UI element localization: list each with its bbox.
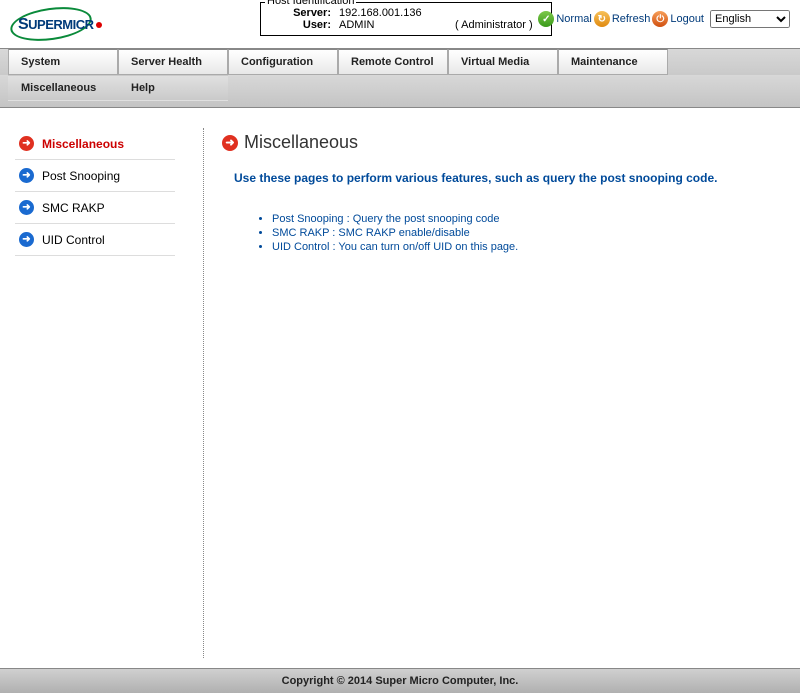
status-label: Normal (556, 13, 591, 25)
page-intro: Use these pages to perform various featu… (234, 171, 785, 185)
sidebar-item-label: UID Control (42, 233, 105, 247)
user-label: User: (271, 19, 331, 31)
arrow-icon: ➜ (19, 232, 34, 247)
arrow-icon: ➜ (19, 136, 34, 151)
check-icon: ✓ (538, 11, 554, 27)
feature-post-snooping: Post Snooping : Query the post snooping … (272, 213, 785, 225)
nav-miscellaneous[interactable]: Miscellaneous (8, 75, 118, 101)
nav-server-health[interactable]: Server Health (118, 49, 228, 75)
logout-label: Logout (670, 13, 704, 25)
feature-uid-control: UID Control : You can turn on/off UID on… (272, 241, 785, 253)
logout-icon: ⏻ (652, 11, 668, 27)
nav-row-2: Miscellaneous Help (0, 75, 800, 107)
arrow-icon: ➜ (19, 200, 34, 215)
footer: Copyright © 2014 Super Micro Computer, I… (0, 668, 800, 693)
nav-remote-control[interactable]: Remote Control (338, 49, 448, 75)
host-legend: Host Identification (265, 0, 356, 7)
content: ➜ Miscellaneous Use these pages to perfo… (222, 128, 785, 658)
sidebar-item-smc-rakp[interactable]: ➜ SMC RAKP (15, 192, 175, 224)
sidebar-item-label: Miscellaneous (42, 137, 124, 151)
feature-list: Post Snooping : Query the post snooping … (272, 213, 785, 253)
feature-smc-rakp: SMC RAKP : SMC RAKP enable/disable (272, 227, 785, 239)
user-value: ADMIN (339, 19, 449, 31)
nav-row-1: System Server Health Configuration Remot… (0, 49, 800, 75)
nav-virtual-media[interactable]: Virtual Media (448, 49, 558, 75)
page-title: ➜ Miscellaneous (222, 132, 785, 153)
server-label: Server: (271, 7, 331, 19)
header: SSUPERMICRUPERMICR Host Identification S… (0, 0, 800, 48)
nav-maintenance[interactable]: Maintenance (558, 49, 668, 75)
user-role: ( Administrator ) (455, 19, 533, 31)
sidebar-item-label: Post Snooping (42, 169, 120, 183)
top-actions: ✓ Normal ↻ Refresh ⏻ Logout English (538, 10, 790, 28)
refresh-button[interactable]: ↻ Refresh (594, 11, 651, 27)
refresh-icon: ↻ (594, 11, 610, 27)
nav-configuration[interactable]: Configuration (228, 49, 338, 75)
arrow-icon: ➜ (222, 135, 238, 151)
arrow-icon: ➜ (19, 168, 34, 183)
host-identification-box: Host Identification Server: 192.168.001.… (260, 2, 552, 36)
vertical-divider (203, 128, 204, 658)
server-value: 192.168.001.136 (339, 7, 449, 19)
sidebar-item-miscellaneous[interactable]: ➜ Miscellaneous (15, 128, 175, 160)
nav-system[interactable]: System (8, 49, 118, 75)
refresh-label: Refresh (612, 13, 651, 25)
sidebar-item-post-snooping[interactable]: ➜ Post Snooping (15, 160, 175, 192)
main-nav: System Server Health Configuration Remot… (0, 48, 800, 108)
nav-help[interactable]: Help (118, 75, 228, 101)
status-normal: ✓ Normal (538, 11, 591, 27)
sidebar: ➜ Miscellaneous ➜ Post Snooping ➜ SMC RA… (15, 128, 175, 658)
sidebar-item-label: SMC RAKP (42, 201, 105, 215)
page-title-text: Miscellaneous (244, 132, 358, 153)
sidebar-item-uid-control[interactable]: ➜ UID Control (15, 224, 175, 256)
language-select[interactable]: English (710, 10, 790, 28)
logout-button[interactable]: ⏻ Logout (652, 11, 704, 27)
supermicro-logo: SSUPERMICRUPERMICR (10, 8, 120, 42)
body-area: ➜ Miscellaneous ➜ Post Snooping ➜ SMC RA… (0, 108, 800, 668)
